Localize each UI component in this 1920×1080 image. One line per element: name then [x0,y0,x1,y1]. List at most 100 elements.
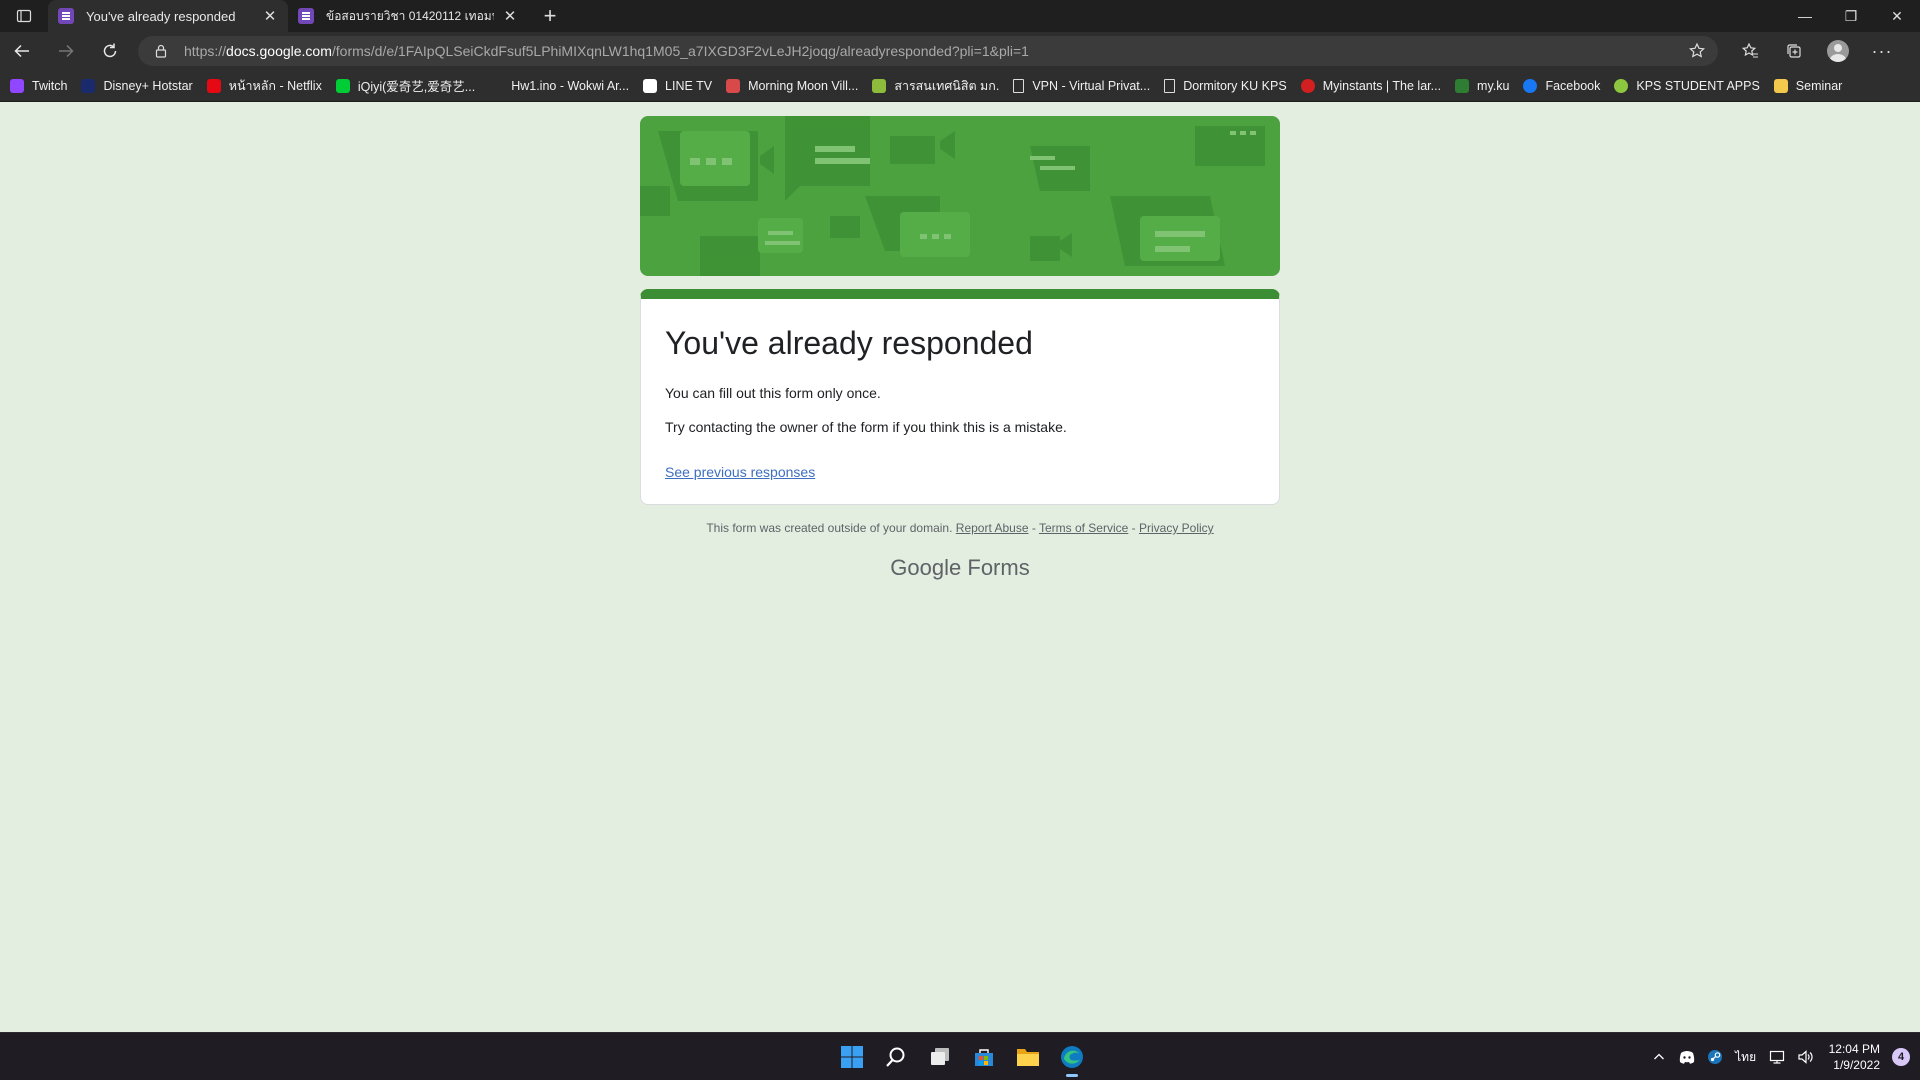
volume-icon[interactable] [1793,1045,1817,1069]
clock-time: 12:04 PM [1828,1042,1880,1056]
browser-toolbar: https://docs.google.com/forms/d/e/1FAIpQ… [0,32,1920,70]
hotstar-icon [81,78,96,93]
close-window-icon[interactable]: ✕ [1874,0,1920,32]
netflix-icon [206,78,221,93]
bookmark-item[interactable]: หน้าหลัก - Netflix [206,76,322,96]
bookmark-item[interactable]: KPS STUDENT APPS [1614,78,1760,93]
bookmark-label: Myinstants | The lar... [1322,78,1442,93]
bookmark-item[interactable]: Dormitory KU KPS [1164,78,1287,93]
wokwi-icon [489,78,504,93]
forward-arrow-icon [59,44,74,58]
new-tab-button[interactable]: + [534,0,566,32]
url-path: /forms/d/e/1FAIpQLSeiCkdFsuf5LPhiMIXqnLW… [331,43,1029,59]
more-menu-icon[interactable]: ··· [1860,35,1904,67]
bookmark-item[interactable]: VPN - Virtual Privat... [1013,78,1150,93]
bookmark-label: Facebook [1545,78,1601,93]
address-bar[interactable]: https://docs.google.com/forms/d/e/1FAIpQ… [138,36,1718,66]
steam-icon[interactable] [1703,1045,1727,1069]
chevron-up-icon[interactable] [1647,1045,1671,1069]
lock-icon[interactable] [150,40,172,62]
bookmark-label: my.ku [1477,78,1510,93]
google-forms-icon [58,8,74,24]
kps-apps-icon [1614,78,1629,93]
bookmark-label: Dormitory KU KPS [1183,78,1287,93]
page-icon [1164,78,1176,93]
separator: - [1028,521,1039,535]
clock-date: 1/9/2022 [1833,1058,1880,1072]
add-favorite-icon[interactable] [1686,40,1708,62]
bookmark-item[interactable]: Seminar [1773,78,1843,93]
morning-moon-icon [726,78,741,93]
page-title: You've already responded [665,325,1033,361]
bookmark-item[interactable]: Disney+ Hotstar [81,78,193,93]
minimize-icon[interactable]: — [1782,0,1828,32]
profile-button[interactable] [1816,35,1860,67]
bookmark-item[interactable]: Hw1.ino - Wokwi Ar... [489,78,630,93]
bookmark-label: Morning Moon Vill... [748,78,859,93]
bookmark-label: Seminar [1795,78,1843,93]
facebook-icon [1523,78,1538,93]
report-abuse-link[interactable]: Report Abuse [956,521,1029,535]
see-previous-responses-link[interactable]: See previous responses [665,464,815,480]
search-button[interactable] [874,1035,918,1079]
already-responded-card: You've already responded You can fill ou… [640,289,1280,505]
avatar [1827,40,1849,62]
discord-icon[interactable] [1675,1045,1699,1069]
close-tab-icon[interactable]: ✕ [262,7,278,25]
bookmark-item[interactable]: iQiyi(爱奇艺,爱奇艺... [335,76,475,95]
terms-of-service-link[interactable]: Terms of Service [1039,521,1128,535]
store-icon [975,1049,993,1066]
tab-actions-button[interactable] [0,0,48,32]
google-wordmark: Google [890,555,962,580]
tab-active[interactable]: You've already responded ✕ [48,0,288,32]
url-host: docs.google.com [226,43,332,59]
google-forms-icon [298,8,314,24]
folder-icon [1017,1049,1039,1066]
task-view-button[interactable] [918,1035,962,1079]
file-explorer-button[interactable] [1006,1035,1050,1079]
bookmark-item[interactable]: LINE TV [643,78,713,93]
bookmark-item[interactable]: Myinstants | The lar... [1300,78,1442,93]
google-forms-logo[interactable]: Google Forms [640,555,1280,581]
tab-bar: You've already responded ✕ ข้อสอบรายวิชา… [0,0,1920,32]
refresh-button[interactable] [88,35,132,67]
start-button[interactable] [830,1035,874,1079]
favorites-icon[interactable] [1728,35,1772,67]
collections-icon[interactable] [1772,35,1816,67]
clock[interactable]: 12:04 PM 1/9/2022 [1829,1041,1880,1073]
privacy-policy-link[interactable]: Privacy Policy [1139,521,1214,535]
close-tab-icon[interactable]: ✕ [502,7,518,25]
language-indicator[interactable]: ไทย [1731,1045,1761,1069]
myinstants-icon [1300,78,1315,93]
folder-icon [1773,78,1788,93]
twitch-icon [10,78,24,93]
bookmark-item[interactable]: สารสนเทศนิสิต มก. [872,76,999,96]
refresh-icon [103,43,117,58]
bookmark-label: Hw1.ino - Wokwi Ar... [511,78,630,93]
restore-icon[interactable]: ❐ [1828,0,1874,32]
bookmark-item[interactable]: Twitch [10,78,67,93]
bookmark-label: หน้าหลัก - Netflix [228,78,322,93]
edge-icon [1061,1046,1083,1068]
bookmark-item[interactable]: Morning Moon Vill... [726,78,859,93]
back-button[interactable] [0,35,44,67]
bookmark-item[interactable]: Facebook [1523,78,1601,93]
single-response-message: You can fill out this form only once. [665,385,881,401]
bookmarks-bar: Twitch Disney+ Hotstar หน้าหลัก - Netflix i… [0,70,1920,102]
bookmark-label: LINE TV [665,78,713,93]
url-scheme: https:// [184,43,227,59]
bookmark-item[interactable]: my.ku [1455,78,1510,93]
forms-wordmark: Forms [967,555,1030,580]
edge-button[interactable] [1050,1035,1094,1079]
window-controls: — ❐ ✕ [1782,0,1920,32]
search-icon [886,1047,905,1067]
tab-actions-icon [16,9,32,23]
taskbar: ไทย 12:04 PM 1/9/2022 4 [0,1032,1920,1080]
notification-badge[interactable]: 4 [1892,1048,1910,1066]
forward-button[interactable] [44,35,88,67]
separator: - [1128,521,1139,535]
system-tray: ไทย 12:04 PM 1/9/2022 4 [1645,1033,1920,1080]
tab-inactive[interactable]: ข้อสอบรายวิชา 01420112 เทอมปลาย ✕ [288,0,528,32]
microsoft-store-button[interactable] [962,1035,1006,1079]
network-icon[interactable] [1765,1045,1789,1069]
